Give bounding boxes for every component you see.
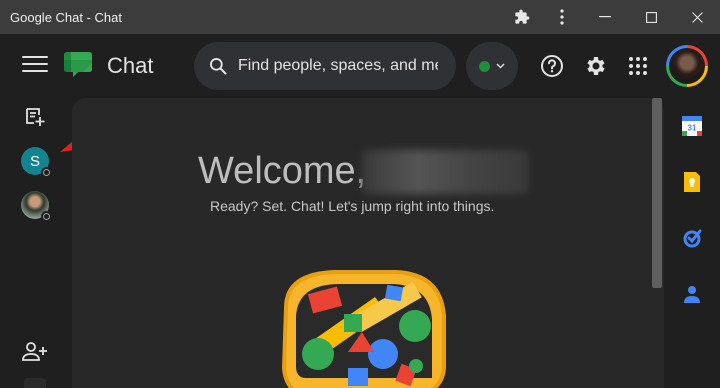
content-scrollbar[interactable] xyxy=(652,98,662,288)
presence-indicator xyxy=(41,211,52,222)
window-title: Google Chat - Chat xyxy=(10,9,123,25)
active-status-icon xyxy=(479,60,490,72)
menu-button[interactable] xyxy=(542,0,582,34)
puzzle-icon xyxy=(515,9,530,24)
kebab-icon xyxy=(560,9,564,25)
presence-indicator xyxy=(41,167,52,178)
google-chat-logo xyxy=(64,52,92,77)
hamburger-line xyxy=(22,63,48,65)
extensions-button[interactable] xyxy=(502,0,542,34)
main-menu-button[interactable] xyxy=(22,56,48,76)
search-box[interactable] xyxy=(194,42,456,90)
rail-more-item[interactable] xyxy=(24,378,46,388)
search-icon xyxy=(210,57,227,75)
status-selector[interactable] xyxy=(466,42,518,90)
gear-icon xyxy=(587,57,605,75)
account-photo xyxy=(669,48,705,84)
welcome-heading: Welcome, xyxy=(198,150,367,192)
keep-icon[interactable] xyxy=(681,171,703,193)
tasks-icon[interactable] xyxy=(681,227,703,249)
contact-avatar-photo[interactable] xyxy=(21,191,52,222)
apps-grid-icon xyxy=(629,57,647,75)
calendar-icon[interactable]: 31 xyxy=(681,115,703,137)
welcome-subtitle: Ready? Set. Chat! Let's jump right into … xyxy=(210,198,495,214)
contact-avatar-s[interactable]: S xyxy=(21,147,52,178)
add-people-icon[interactable] xyxy=(22,341,48,363)
hamburger-line xyxy=(22,70,48,72)
account-avatar[interactable] xyxy=(666,45,708,87)
app-name: Chat xyxy=(107,53,154,78)
svg-text:31: 31 xyxy=(688,124,697,133)
close-button[interactable] xyxy=(674,0,720,34)
chevron-down-icon xyxy=(496,63,505,69)
app-header: Chat xyxy=(0,34,720,98)
close-icon xyxy=(691,11,703,23)
welcome-panel: Welcome, Ready? Set. Chat! Let's jump ri… xyxy=(72,98,664,388)
search-input[interactable] xyxy=(238,57,438,75)
help-button[interactable] xyxy=(538,52,566,80)
minimize-icon xyxy=(599,16,611,18)
title-bar: Google Chat - Chat xyxy=(0,0,720,34)
side-panel-rail: 31 xyxy=(664,98,720,388)
blurred-user-name xyxy=(362,150,528,194)
help-icon xyxy=(541,55,563,77)
settings-button[interactable] xyxy=(582,52,610,80)
apps-button[interactable] xyxy=(624,52,652,80)
maximize-button[interactable] xyxy=(628,0,674,34)
avatar-initial: S xyxy=(29,152,40,170)
hamburger-icon xyxy=(22,56,48,58)
welcome-illustration xyxy=(281,270,446,388)
maximize-icon xyxy=(645,11,657,23)
new-chat-icon[interactable] xyxy=(24,106,46,128)
minimize-button[interactable] xyxy=(582,0,628,34)
contacts-icon[interactable] xyxy=(681,283,703,305)
